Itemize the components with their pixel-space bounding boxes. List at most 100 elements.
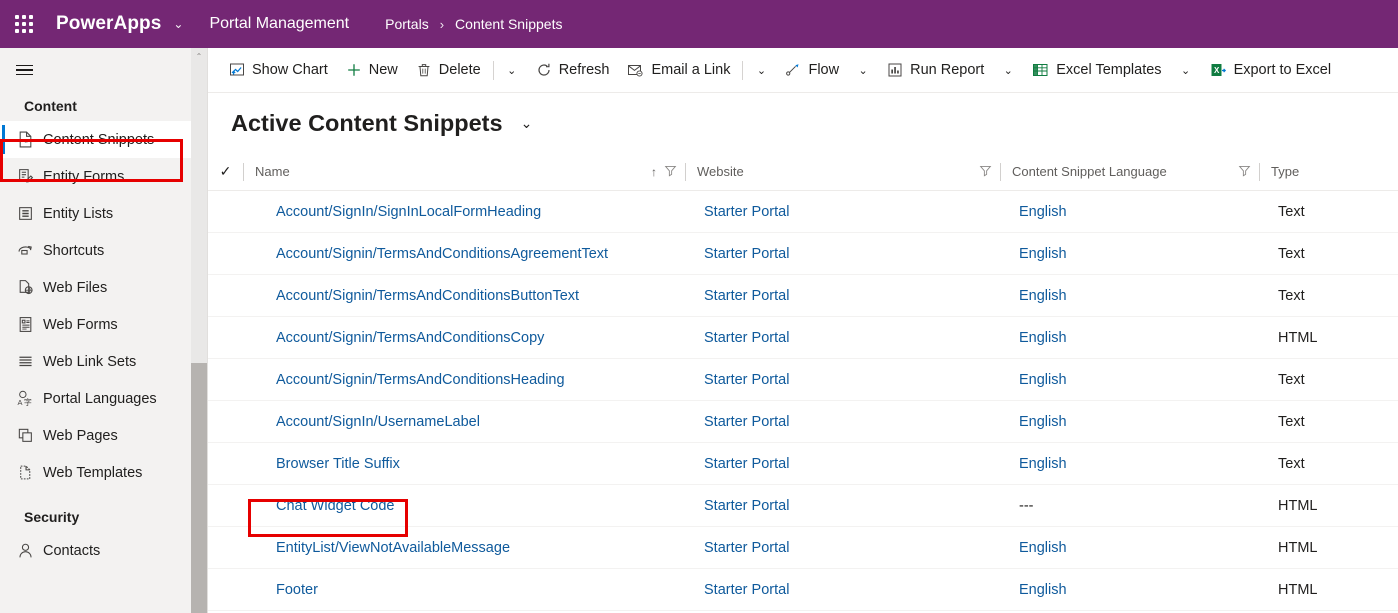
table-row[interactable]: Chat Widget Code Starter Portal --- HTML: [208, 485, 1398, 527]
excel-templates-chevron-icon[interactable]: ⌄: [1171, 48, 1201, 92]
cell-name[interactable]: Account/Signin/TermsAndConditionsHeading: [243, 372, 685, 388]
sidebar-item-entity-forms[interactable]: Entity Forms: [0, 158, 207, 195]
cell-type: HTML: [1278, 329, 1318, 346]
command-label: Show Chart: [252, 62, 328, 78]
sidebar-item-web-templates[interactable]: Web Templates: [0, 454, 207, 491]
cell-website[interactable]: Starter Portal: [685, 456, 1000, 472]
cell-type: HTML: [1278, 497, 1318, 514]
refresh-icon: [536, 62, 552, 78]
table-row[interactable]: Footer Starter Portal English HTML: [208, 569, 1398, 611]
shortcut-arrow-icon: [17, 242, 43, 259]
cell-name[interactable]: Footer: [243, 582, 685, 598]
language-icon: A字: [17, 390, 43, 407]
cell-language[interactable]: English: [1000, 540, 1259, 556]
select-all-checkbox[interactable]: ✓: [208, 163, 243, 180]
cell-type: Text: [1278, 371, 1305, 388]
cell-name[interactable]: Chat Widget Code: [243, 498, 685, 514]
table-row[interactable]: Account/Signin/TermsAndConditionsButtonT…: [208, 275, 1398, 317]
command-separator: [492, 60, 494, 80]
cell-name[interactable]: Account/Signin/TermsAndConditionsCopy: [243, 330, 685, 346]
delete-overflow-chevron-icon[interactable]: ⌄: [497, 48, 527, 92]
cell-name[interactable]: Browser Title Suffix: [243, 456, 685, 472]
table-row[interactable]: Account/Signin/TermsAndConditionsAgreeme…: [208, 233, 1398, 275]
link-set-icon: [17, 353, 43, 370]
cell-name[interactable]: Account/SignIn/UsernameLabel: [243, 414, 685, 430]
table-row[interactable]: Account/SignIn/UsernameLabel Starter Por…: [208, 401, 1398, 443]
export-to-excel-button[interactable]: X Export to Excel: [1201, 48, 1341, 92]
cell-website[interactable]: Starter Portal: [685, 246, 1000, 262]
sidebar-item-content-snippets[interactable]: <> Content Snippets: [0, 121, 207, 158]
column-header-website[interactable]: Website: [685, 153, 1000, 191]
column-header-type[interactable]: Type: [1259, 153, 1398, 191]
cell-language[interactable]: English: [1000, 204, 1259, 220]
column-header-label: Name: [255, 164, 290, 179]
breadcrumb-parent[interactable]: Portals: [385, 16, 429, 32]
brand-chevron-down-icon[interactable]: ⌄: [173, 17, 183, 31]
cell-language[interactable]: English: [1000, 582, 1259, 598]
new-button[interactable]: New: [337, 48, 407, 92]
sidebar-item-web-files[interactable]: Web Files: [0, 269, 207, 306]
app-launcher-icon[interactable]: [0, 0, 48, 48]
cell-language[interactable]: English: [1000, 246, 1259, 262]
command-label: Refresh: [558, 62, 610, 78]
sort-ascending-icon[interactable]: ↑: [651, 165, 657, 179]
web-form-icon: [17, 316, 43, 333]
table-row[interactable]: Browser Title Suffix Starter Portal Engl…: [208, 443, 1398, 485]
excel-templates-button[interactable]: Excel Templates: [1023, 48, 1170, 92]
delete-button[interactable]: Delete: [407, 48, 490, 92]
flow-chevron-icon[interactable]: ⌄: [848, 48, 878, 92]
sidebar-item-label: Content Snippets: [43, 131, 155, 148]
cell-website[interactable]: Starter Portal: [685, 540, 1000, 556]
column-header-content-snippet-language[interactable]: Content Snippet Language: [1000, 153, 1259, 191]
filter-icon[interactable]: [979, 164, 992, 180]
table-row[interactable]: Account/SignIn/SignInLocalFormHeading St…: [208, 191, 1398, 233]
command-label: Delete: [438, 62, 481, 78]
cell-website[interactable]: Starter Portal: [685, 288, 1000, 304]
cell-language[interactable]: English: [1000, 288, 1259, 304]
list-icon: [17, 205, 43, 222]
cell-website[interactable]: Starter Portal: [685, 414, 1000, 430]
run-report-button[interactable]: Run Report: [878, 48, 993, 92]
filter-icon[interactable]: [664, 164, 677, 180]
email-a-link-button[interactable]: Email a Link: [618, 48, 739, 92]
sidebar-item-contacts[interactable]: Contacts: [0, 532, 207, 569]
chart-icon: [229, 62, 245, 78]
cell-name[interactable]: Account/Signin/TermsAndConditionsAgreeme…: [243, 246, 685, 262]
scroll-up-arrow-icon[interactable]: ⌃: [191, 48, 207, 65]
table-row[interactable]: EntityList/ViewNotAvailableMessage Start…: [208, 527, 1398, 569]
hamburger-menu-icon[interactable]: [2, 48, 46, 92]
scrollbar-thumb[interactable]: [191, 363, 207, 613]
show-chart-button[interactable]: Show Chart: [220, 48, 337, 92]
cell-language[interactable]: English: [1000, 414, 1259, 430]
flow-button[interactable]: Flow: [776, 48, 848, 92]
sidebar-item-shortcuts[interactable]: Shortcuts: [0, 232, 207, 269]
sidebar-scrollbar[interactable]: ⌃: [191, 48, 207, 613]
refresh-button[interactable]: Refresh: [527, 48, 619, 92]
cell-name[interactable]: Account/Signin/TermsAndConditionsButtonT…: [243, 288, 685, 304]
cell-language[interactable]: English: [1000, 456, 1259, 472]
command-label: New: [368, 62, 398, 78]
cell-website[interactable]: Starter Portal: [685, 498, 1000, 514]
cell-website[interactable]: Starter Portal: [685, 582, 1000, 598]
sidebar-item-label: Portal Languages: [43, 390, 157, 407]
cell-language[interactable]: English: [1000, 330, 1259, 346]
view-selector-chevron-down-icon[interactable]: ⌄: [521, 115, 533, 132]
cell-website[interactable]: Starter Portal: [685, 204, 1000, 220]
table-row[interactable]: Account/Signin/TermsAndConditionsCopy St…: [208, 317, 1398, 359]
sidebar-item-portal-languages[interactable]: A字 Portal Languages: [0, 380, 207, 417]
run-report-chevron-icon[interactable]: ⌄: [993, 48, 1023, 92]
view-header: Active Content Snippets ⌄: [208, 93, 1398, 153]
table-row[interactable]: Account/Signin/TermsAndConditionsHeading…: [208, 359, 1398, 401]
cell-website[interactable]: Starter Portal: [685, 372, 1000, 388]
sidebar-item-web-link-sets[interactable]: Web Link Sets: [0, 343, 207, 380]
cell-website[interactable]: Starter Portal: [685, 330, 1000, 346]
sidebar-item-web-pages[interactable]: Web Pages: [0, 417, 207, 454]
cell-name[interactable]: Account/SignIn/SignInLocalFormHeading: [243, 204, 685, 220]
sidebar-item-web-forms[interactable]: Web Forms: [0, 306, 207, 343]
email-overflow-chevron-icon[interactable]: ⌄: [746, 48, 776, 92]
filter-icon[interactable]: [1238, 164, 1251, 180]
cell-language[interactable]: English: [1000, 372, 1259, 388]
sidebar-item-entity-lists[interactable]: Entity Lists: [0, 195, 207, 232]
column-header-name[interactable]: Name ↑: [243, 153, 685, 191]
cell-name[interactable]: EntityList/ViewNotAvailableMessage: [243, 540, 685, 556]
